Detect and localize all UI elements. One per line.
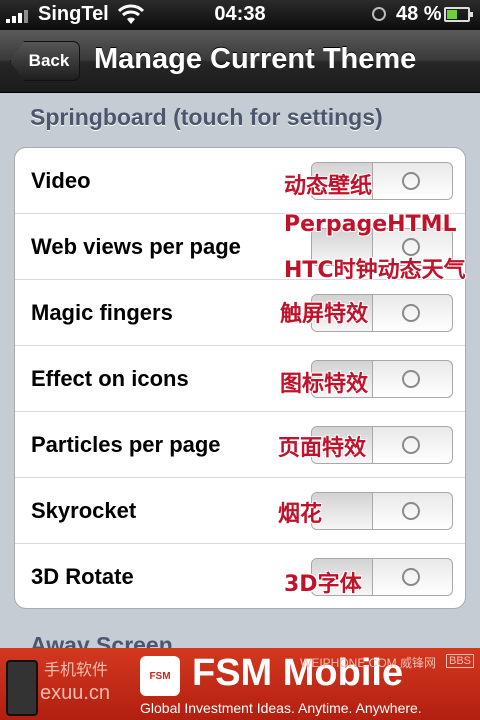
watermark-right: WEIPHONE.COM 威锋网: [300, 656, 437, 670]
row-label: Effect on icons: [31, 366, 189, 391]
watermark-left-text: 手机软件: [44, 662, 109, 679]
navigation-bar: Back Manage Current Theme: [0, 30, 480, 93]
annotation-label: 动态壁纸: [284, 174, 373, 199]
phone-icon: [6, 660, 38, 716]
row-label: Particles per page: [31, 432, 221, 457]
off-circle-icon: [402, 304, 420, 322]
row-label: Magic fingers: [31, 300, 173, 325]
back-button[interactable]: Back: [10, 41, 80, 81]
table-row[interactable]: Video: [15, 148, 465, 214]
watermark-bbs: BBS: [446, 654, 475, 668]
watermark-left-url: exuu.cn: [40, 682, 111, 704]
off-circle-icon: [402, 172, 420, 190]
annotation-label-secondary: HTC时钟动态天气: [284, 258, 466, 283]
row-label: Skyrocket: [31, 498, 137, 523]
table-row[interactable]: 3D Rotate: [15, 544, 465, 608]
section-header-springboard: Springboard (touch for settings): [30, 104, 383, 130]
battery-icon: [444, 7, 473, 22]
annotation-label: 页面特效: [278, 436, 367, 461]
off-circle-icon: [402, 568, 420, 586]
table-row[interactable]: Magic fingers: [15, 280, 465, 346]
table-row[interactable]: Particles per page: [15, 412, 465, 478]
annotation-label: 烟花: [278, 502, 323, 527]
battery-percent: 48 %: [396, 3, 442, 25]
row-label: 3D Rotate: [31, 564, 134, 589]
table-row[interactable]: Effect on icons: [15, 346, 465, 412]
off-circle-icon: [402, 370, 420, 388]
ad-banner[interactable]: 手机软件 exuu.cn FSM FSM Mobile Global Inves…: [0, 648, 480, 720]
banner-tagline: Global Investment Ideas. Anytime. Anywhe…: [140, 700, 422, 716]
table-row[interactable]: Skyrocket: [15, 478, 465, 544]
status-bar: SingTel 04:38 48 %: [0, 0, 480, 30]
toggle-switch[interactable]: [311, 492, 453, 530]
annotation-label: 触屏特效: [280, 302, 369, 327]
watermark-left: 手机软件 exuu.cn: [0, 652, 120, 716]
rotation-lock-icon: [372, 7, 386, 21]
annotation-label: PerpageHTML: [284, 212, 457, 237]
annotation-label: 图标特效: [280, 372, 369, 397]
off-circle-icon: [402, 502, 420, 520]
row-label: Video: [31, 168, 91, 193]
annotation-label: 3D字体: [284, 572, 362, 597]
row-label: Web views per page: [31, 234, 241, 259]
fsm-logo: FSM: [140, 656, 180, 696]
off-circle-icon: [402, 436, 420, 454]
page-title: Manage Current Theme: [94, 43, 417, 75]
